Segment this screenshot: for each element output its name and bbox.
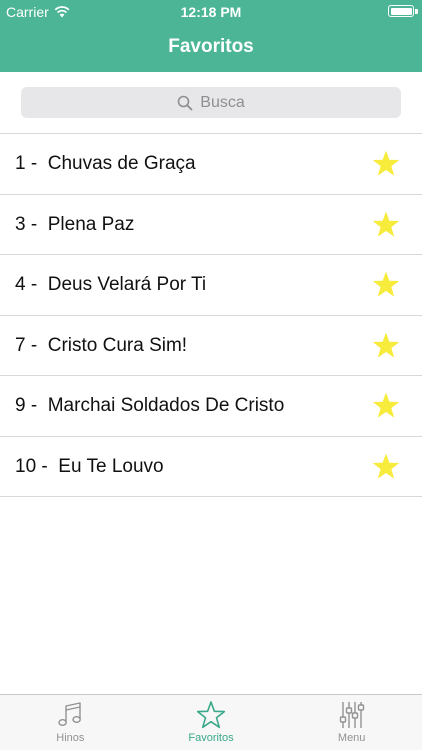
tab-bar: Hinos Favoritos Menu xyxy=(0,694,422,750)
music-note-icon xyxy=(58,702,82,727)
star-icon[interactable] xyxy=(371,210,401,240)
status-time: 12:18 PM xyxy=(180,4,242,20)
hymn-title: 10 - Eu Te Louvo xyxy=(15,455,164,477)
star-icon xyxy=(196,701,226,729)
tab-label: Menu xyxy=(337,732,366,744)
list-item[interactable]: 3 - Plena Paz xyxy=(0,195,422,255)
header: Carrier 12:18 PM Favoritos xyxy=(0,0,422,72)
star-icon[interactable] xyxy=(371,149,401,179)
hymn-title: 1 - Chuvas de Graça xyxy=(15,153,196,174)
hymn-title: 7 - Cristo Cura Sim! xyxy=(15,334,188,356)
list-item[interactable]: 4 - Deus Velará Por Ti xyxy=(0,255,422,316)
favorites-screen: Carrier 12:18 PM Favoritos Busca 1 - Chu… xyxy=(0,0,422,750)
hymn-title: 9 - Marchai Soldados De Cristo xyxy=(15,395,285,416)
hymn-title: 4 - Deus Velará Por Ti xyxy=(15,274,207,295)
page-title: Favoritos xyxy=(168,36,254,57)
search-icon xyxy=(177,95,193,110)
sliders-icon xyxy=(339,702,364,728)
star-icon[interactable] xyxy=(371,452,401,482)
hymn-title: 3 - Plena Paz xyxy=(15,213,135,235)
tab-label: Hinos xyxy=(56,732,85,744)
tab-label: Favoritos xyxy=(188,732,234,744)
status-bar: Carrier 12:18 PM xyxy=(0,0,422,24)
list-item[interactable]: 9 - Marchai Soldados De Cristo xyxy=(0,376,422,437)
tab-hinos[interactable]: Hinos xyxy=(0,695,141,750)
search-bar: Busca xyxy=(0,72,422,134)
favorites-list: 1 - Chuvas de Graça 3 - Plena Paz 4 - De… xyxy=(0,134,422,497)
search-placeholder: Busca xyxy=(200,93,245,111)
list-item[interactable]: 10 - Eu Te Louvo xyxy=(0,437,422,497)
battery-tip xyxy=(415,9,418,14)
tab-favoritos[interactable]: Favoritos xyxy=(141,695,282,750)
star-icon[interactable] xyxy=(371,391,401,421)
star-icon[interactable] xyxy=(371,270,401,300)
list-item[interactable]: 7 - Cristo Cura Sim! xyxy=(0,316,422,376)
battery-icon xyxy=(388,5,414,17)
star-icon[interactable] xyxy=(371,331,401,361)
tab-menu[interactable]: Menu xyxy=(281,695,422,750)
list-item[interactable]: 1 - Chuvas de Graça xyxy=(0,134,422,195)
search-input[interactable]: Busca xyxy=(21,87,401,118)
